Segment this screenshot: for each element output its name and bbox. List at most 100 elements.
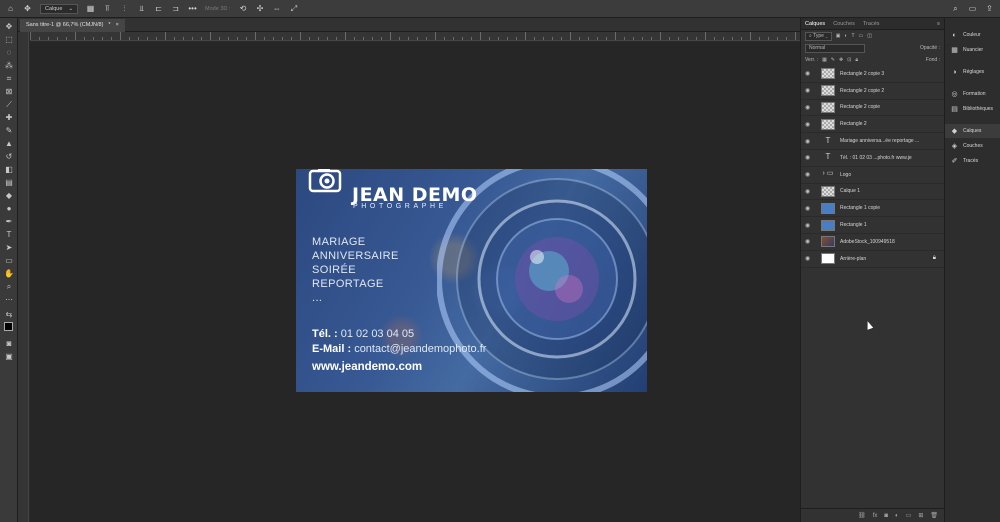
search-icon[interactable]: ⌕ (951, 4, 960, 13)
swap-colors-icon[interactable]: ⇆ (4, 310, 14, 320)
workspace-icon[interactable]: ▭ (968, 4, 977, 13)
align-top-icon[interactable]: ⫪ (103, 4, 112, 13)
lock-all-icon[interactable]: 🔒︎ (855, 57, 858, 63)
layer-row[interactable]: ◉ Rectangle 2 copie (801, 100, 944, 117)
eyedropper-icon[interactable]: ⟋ (4, 100, 14, 110)
delete-layer-icon[interactable]: 🗑︎ (930, 512, 938, 519)
filter-shape-icon[interactable]: ▭ (859, 33, 864, 39)
dodge-tool-icon[interactable]: ● (4, 204, 14, 214)
visibility-eye-icon[interactable]: ◉ (805, 188, 814, 195)
visibility-eye-icon[interactable]: ◉ (805, 205, 814, 212)
gradient-tool-icon[interactable]: ▤ (4, 178, 14, 188)
lock-pixels-icon[interactable]: ▦ (822, 57, 827, 63)
move-tool-icon[interactable]: ✥ (4, 22, 14, 32)
align-left-icon[interactable]: ⊏ (154, 4, 163, 13)
auto-select-dropdown[interactable]: Calque ⌄ (40, 3, 79, 14)
foreground-color-swatch[interactable] (4, 322, 14, 332)
history-brush-icon[interactable]: ↺ (4, 152, 14, 162)
lasso-tool-icon[interactable]: ◌ (4, 48, 14, 58)
visibility-eye-icon[interactable]: ◉ (805, 104, 814, 111)
magic-wand-icon[interactable]: ⁂ (4, 61, 14, 71)
align-bottom-icon[interactable]: ⫫ (137, 4, 146, 13)
brush-tool-icon[interactable]: ✎ (4, 126, 14, 136)
add-mask-icon[interactable]: ◙ (884, 513, 888, 519)
new-layer-icon[interactable]: ⊞ (918, 512, 923, 519)
layer-row[interactable]: ◉ Calque 1 (801, 184, 944, 201)
layer-row[interactable]: ◉ Rectangle 2 (801, 116, 944, 134)
dock-item-channels[interactable]: ◈ Couches (945, 139, 1000, 153)
align-center-icon[interactable]: ⊐ (171, 4, 180, 13)
dock-item-learn[interactable]: ◎ Formation (945, 87, 1000, 101)
rectangle-tool-icon[interactable]: ▭ (4, 256, 14, 266)
layer-row[interactable]: ◉ Rectangle 2 copie 3 (801, 66, 944, 83)
lock-paint-icon[interactable]: ✎ (831, 57, 835, 63)
document-tab[interactable]: Sans titre-1 @ 66,7% (CMJN/8) * × (20, 19, 125, 32)
layer-row[interactable]: ◉ Arrière-plan 🔒︎ (801, 251, 944, 268)
link-layers-icon[interactable]: ⛓ (858, 512, 866, 519)
tab-paths[interactable]: Tracés (863, 18, 880, 29)
visibility-eye-icon[interactable]: ◉ (805, 70, 814, 77)
move-tool-icon[interactable]: ✥ (23, 4, 32, 13)
filter-type-select[interactable]: ⌕ Type ⌄ (805, 31, 832, 41)
dock-item-swatches[interactable]: ▦ Nuancier (945, 43, 1000, 57)
lock-move-icon[interactable]: ✥ (839, 57, 843, 63)
visibility-eye-icon[interactable]: ◉ (805, 121, 814, 128)
layer-row[interactable]: ◉ Rectangle 2 copie 2 (801, 83, 944, 100)
dock-item-color[interactable]: ◐ Couleur (945, 28, 1000, 42)
visibility-eye-icon[interactable]: ◉ (805, 138, 814, 145)
new-group-icon[interactable]: ▭ (906, 512, 912, 519)
visibility-eye-icon[interactable]: ◉ (805, 222, 814, 229)
path-select-icon[interactable]: ➤ (4, 243, 14, 253)
layer-row[interactable]: ◉ T Mariage anniversa...ée reportage ... (801, 133, 944, 150)
lock-artboard-icon[interactable]: ⊡ (847, 57, 851, 63)
more-tools-icon[interactable]: ⋯ (4, 295, 14, 305)
3d-scale-icon[interactable]: ⤢ (289, 4, 298, 13)
filter-smart-icon[interactable]: ◫ (867, 33, 872, 39)
canvas-area[interactable]: JEAN DEMO PHOTOGRAPHE MARIAGE ANNIVERSAI… (30, 42, 800, 522)
pen-tool-icon[interactable]: ✒ (4, 217, 14, 227)
visibility-eye-icon[interactable]: ◉ (805, 171, 814, 178)
3d-slide-icon[interactable]: ⇔ (272, 4, 281, 13)
quick-mask-icon[interactable]: ◙ (4, 339, 14, 349)
filter-pixel-icon[interactable]: ▣ (836, 33, 841, 39)
dock-item-layers[interactable]: ◆ Calques (945, 124, 1000, 138)
home-icon[interactable]: ⌂ (6, 4, 15, 13)
visibility-eye-icon[interactable]: ◉ (805, 87, 814, 94)
hand-tool-icon[interactable]: ✋ (4, 269, 14, 279)
marquee-tool-icon[interactable]: ⬚ (4, 35, 14, 45)
eraser-tool-icon[interactable]: ◧ (4, 165, 14, 175)
adjustment-layer-icon[interactable]: ◐ (895, 513, 899, 519)
stamp-tool-icon[interactable]: ▲ (4, 139, 14, 149)
tab-layers[interactable]: Calques (805, 18, 825, 29)
3d-rotate-icon[interactable]: ⟲ (238, 4, 247, 13)
layer-row[interactable]: ◉ AdobeStock_100949518 (801, 234, 944, 251)
blur-tool-icon[interactable]: ◆ (4, 191, 14, 201)
align-middle-icon[interactable]: ⫶ (120, 4, 129, 13)
more-options-icon[interactable]: ••• (188, 4, 197, 13)
layer-row[interactable]: ◉ Rectangle 1 (801, 217, 944, 234)
close-tab-icon[interactable]: × (116, 19, 119, 32)
3d-pan-icon[interactable]: ✣ (255, 4, 264, 13)
share-icon[interactable]: ⇪ (985, 4, 994, 13)
layer-style-icon[interactable]: fx (873, 513, 878, 519)
screen-mode-icon[interactable]: ▣ (4, 352, 14, 362)
dock-item-libraries[interactable]: ▤ Bibliothèques (945, 102, 1000, 116)
transform-controls-icon[interactable]: ▦ (86, 4, 95, 13)
layer-row[interactable]: ◉ Rectangle 1 copie (801, 200, 944, 218)
visibility-eye-icon[interactable]: ◉ (805, 238, 814, 245)
frame-tool-icon[interactable]: ⊠ (4, 87, 14, 97)
panel-menu-icon[interactable]: ≡ (937, 18, 940, 29)
type-tool-icon[interactable]: T (4, 230, 14, 240)
filter-type-icon[interactable]: T (851, 33, 854, 39)
layer-row[interactable]: ◉ › ▭ Logo (801, 167, 944, 184)
crop-tool-icon[interactable]: ⌗ (4, 74, 14, 84)
zoom-tool-icon[interactable]: ⌕ (4, 282, 14, 292)
filter-adjust-icon[interactable]: ◐ (844, 33, 847, 39)
visibility-eye-icon[interactable]: ◉ (805, 154, 814, 161)
healing-brush-icon[interactable]: ✚ (4, 113, 14, 123)
visibility-eye-icon[interactable]: ◉ (805, 255, 814, 262)
layer-row[interactable]: ◉ T Tél. : 01 02 03 ...photo.fr www.je (801, 150, 944, 167)
tab-channels[interactable]: Couches (833, 18, 855, 29)
dock-item-adjustments[interactable]: ◑ Réglages (945, 65, 1000, 79)
blend-mode-select[interactable]: Normal (805, 43, 865, 53)
